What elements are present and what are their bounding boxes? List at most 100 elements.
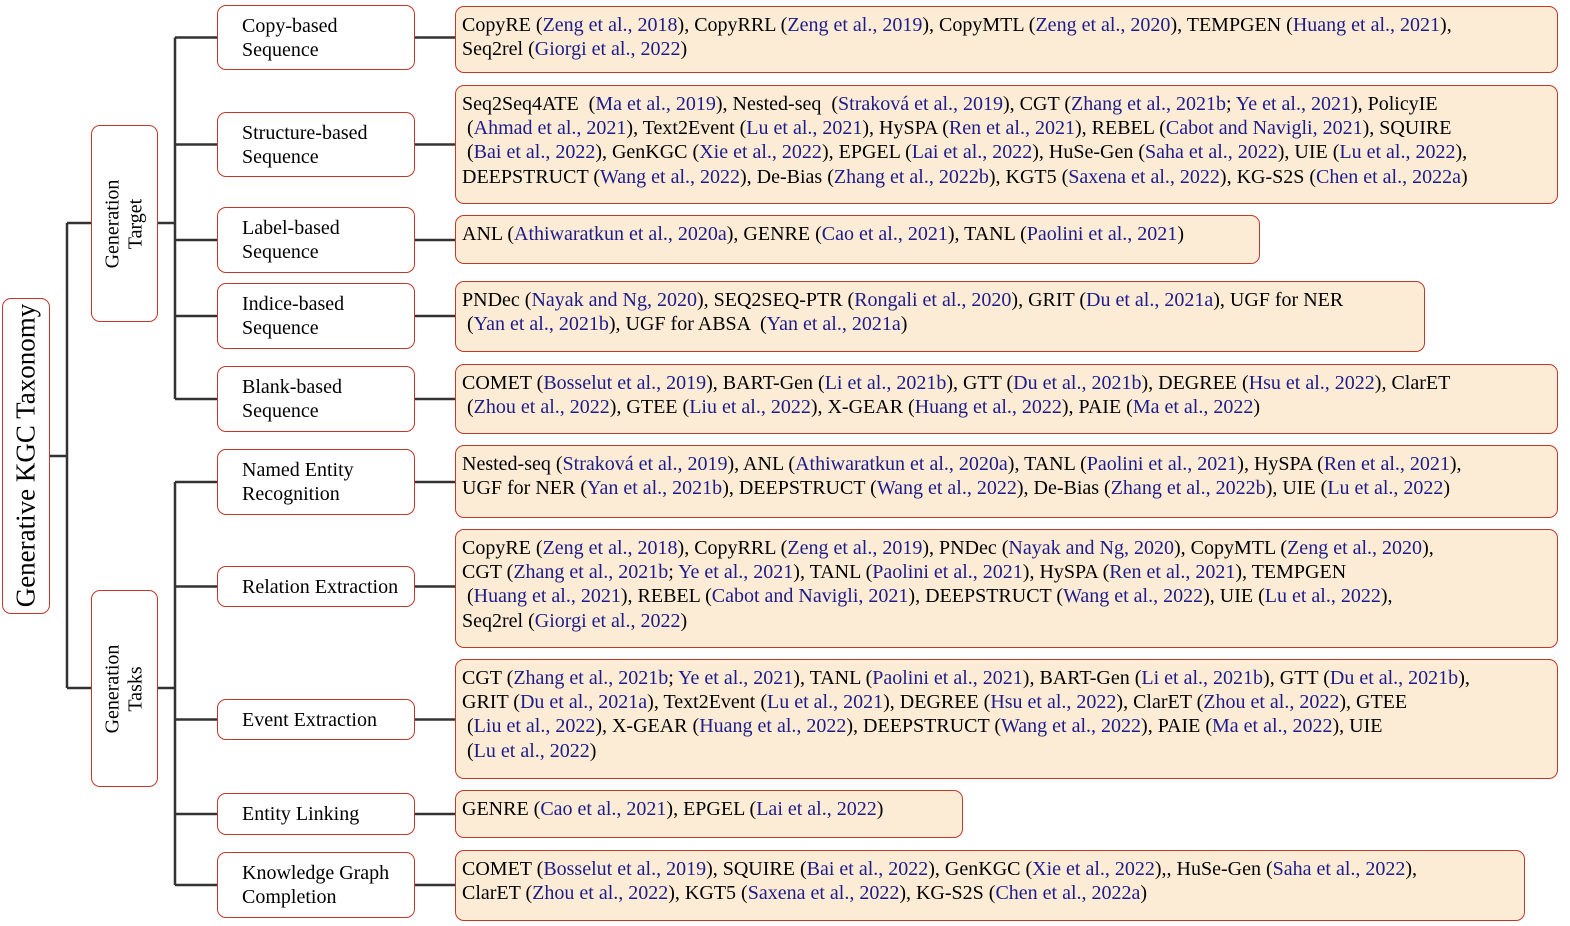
citation-link[interactable]: Ma et al., 2022 — [1133, 396, 1254, 418]
citation-link[interactable]: Bosselut et al., 2019 — [543, 858, 706, 880]
citation-link[interactable]: Ren et al., 2021 — [1324, 453, 1450, 475]
citation-link[interactable]: Huang et al., 2022 — [915, 396, 1062, 418]
citation-link[interactable]: Zhang et al., 2021b — [1071, 93, 1226, 115]
citation-link[interactable]: Nayak and Ng, 2020 — [531, 289, 697, 311]
method-list-line: (Liu et al., 2022), X-GEAR (Huang et al.… — [462, 714, 1551, 738]
citation-link[interactable]: Zhang et al., 2022b — [1111, 477, 1266, 499]
citation-link[interactable]: Paolini et al., 2021 — [872, 667, 1023, 689]
citation-link[interactable]: Ma et al., 2019 — [595, 93, 716, 115]
citation-link[interactable]: Wang et al., 2022 — [877, 477, 1017, 499]
citation-link[interactable]: Zhou et al., 2022 — [1203, 691, 1339, 713]
citation-link[interactable]: Liu et al., 2022 — [474, 715, 596, 737]
category-node: Named Entity Recognition — [217, 449, 415, 515]
method-text: ), TEMPGEN — [1235, 561, 1347, 584]
citation-link[interactable]: Lu et al., 2022 — [1265, 585, 1381, 607]
citation-link[interactable]: Ye et al., 2021 — [678, 667, 793, 689]
citation-link[interactable]: Cao et al., 2021 — [540, 798, 666, 820]
citation-link[interactable]: Nayak and Ng, 2020 — [1008, 537, 1174, 559]
citation-link[interactable]: Athiwaratkun et al., 2020a — [795, 453, 1008, 475]
citation-link[interactable]: Wang et al., 2022 — [600, 166, 740, 188]
citation-link[interactable]: Bai et al., 2022 — [807, 858, 929, 880]
citation-link[interactable]: Saxena et al., 2022 — [1068, 166, 1220, 188]
citation-link[interactable]: Ye et al., 2021 — [678, 561, 793, 583]
citation-link[interactable]: Li et al., 2021b — [1141, 667, 1263, 689]
citation-link[interactable]: Zeng et al., 2019 — [787, 537, 922, 559]
citation-link[interactable]: Zeng et al., 2018 — [543, 537, 678, 559]
citation-link[interactable]: Bai et al., 2022 — [474, 141, 596, 163]
method-text: ), DEGREE ( — [883, 691, 991, 714]
citation-link[interactable]: Ren et al., 2021 — [1109, 561, 1235, 583]
citation-link[interactable]: Paolini et al., 2021 — [872, 561, 1023, 583]
citation-link[interactable]: Saxena et al., 2022 — [748, 882, 900, 904]
citation-link[interactable]: Straková et al., 2019 — [838, 93, 1003, 115]
citation-link[interactable]: Wang et al., 2022 — [1063, 585, 1203, 607]
citation-link[interactable]: Lu et al., 2022 — [474, 740, 590, 762]
citation-link[interactable]: Zhou et al., 2022 — [532, 882, 668, 904]
citation-link[interactable]: Zhang et al., 2022b — [834, 166, 989, 188]
citation-link[interactable]: Du et al., 2021a — [1086, 289, 1213, 311]
citation-link[interactable]: Ma et al., 2022 — [1212, 715, 1333, 737]
citation-link[interactable]: Du et al., 2021a — [520, 691, 647, 713]
citation-link[interactable]: Lu et al., 2022 — [1327, 477, 1443, 499]
citation-link[interactable]: Ye et al., 2021 — [1236, 93, 1351, 115]
citation-link[interactable]: Li et al., 2021b — [825, 372, 947, 394]
citation-link[interactable]: Yan et al., 2021b — [474, 313, 609, 335]
citation-link[interactable]: Ren et al., 2021 — [949, 117, 1075, 139]
citation-link[interactable]: Du et al., 2021b — [1013, 372, 1141, 394]
citation-link[interactable]: Saha et al., 2022 — [1145, 141, 1278, 163]
category-node: Knowledge Graph Completion — [217, 852, 415, 918]
citation-link[interactable]: Giorgi et al., 2022 — [535, 610, 681, 632]
citation-link[interactable]: Paolini et al., 2021 — [1027, 223, 1178, 245]
method-text: ( — [462, 396, 474, 419]
method-text: ), — [1405, 858, 1418, 880]
citation-link[interactable]: Hsu et al., 2022 — [990, 691, 1116, 713]
category-label: Event Extraction — [242, 708, 377, 732]
method-list-box: Nested-seq (Straková et al., 2019), ANL … — [455, 445, 1558, 518]
citation-link[interactable]: Zhou et al., 2022 — [474, 396, 610, 418]
citation-link[interactable]: Du et al., 2021b — [1330, 667, 1458, 689]
method-text: ), KGT5 ( — [988, 165, 1069, 188]
citation-link[interactable]: Bosselut et al., 2019 — [543, 372, 706, 394]
citation-link[interactable]: Giorgi et al., 2022 — [535, 38, 681, 60]
citation-link[interactable]: Lu et al., 2021 — [767, 691, 883, 713]
citation-link[interactable]: Yan et al., 2021b — [587, 477, 722, 499]
category-label: Indice-based Sequence — [242, 292, 344, 340]
method-text: ), UIE ( — [1277, 141, 1340, 164]
citation-link[interactable]: Liu et al., 2022 — [689, 396, 811, 418]
citation-link[interactable]: Cabot and Navigli, 2021 — [1166, 117, 1363, 139]
citation-link[interactable]: Lu et al., 2022 — [1339, 141, 1455, 163]
citation-link[interactable]: Lai et al., 2022 — [912, 141, 1033, 163]
citation-link[interactable]: Paolini et al., 2021 — [1087, 453, 1238, 475]
citation-link[interactable]: Chen et al., 2022a — [995, 882, 1140, 904]
citation-link[interactable]: Huang et al., 2022 — [699, 715, 846, 737]
citation-link[interactable]: Huang et al., 2021 — [1293, 14, 1440, 36]
citation-link[interactable]: Zeng et al., 2020 — [1287, 537, 1422, 559]
citation-link[interactable]: Zhang et al., 2021b — [513, 561, 668, 583]
citation-link[interactable]: Zeng et al., 2020 — [1035, 14, 1170, 36]
citation-link[interactable]: Zeng et al., 2019 — [787, 14, 922, 36]
method-text: ( — [462, 585, 474, 608]
method-text: ; — [1225, 93, 1236, 115]
citation-link[interactable]: Rongali et al., 2020 — [854, 289, 1011, 311]
citation-link[interactable]: Zeng et al., 2018 — [543, 14, 678, 36]
citation-link[interactable]: Lu et al., 2021 — [746, 117, 862, 139]
method-text: ) — [680, 38, 688, 61]
citation-link[interactable]: Straková et al., 2019 — [563, 453, 728, 475]
citation-link[interactable]: Hsu et al., 2022 — [1249, 372, 1375, 394]
citation-link[interactable]: Xie et al., 2022 — [699, 141, 822, 163]
category-node: Entity Linking — [217, 793, 415, 835]
citation-link[interactable]: Xie et al., 2022 — [1032, 858, 1155, 880]
citation-link[interactable]: Wang et al., 2022 — [1001, 715, 1141, 737]
citation-link[interactable]: Lai et al., 2022 — [756, 798, 877, 820]
citation-link[interactable]: Athiwaratkun et al., 2020a — [514, 223, 727, 245]
citation-link[interactable]: Yan et al., 2021a — [767, 313, 901, 335]
citation-link[interactable]: Zhang et al., 2021b — [513, 667, 668, 689]
category-label-line: Entity Linking — [242, 803, 360, 825]
citation-link[interactable]: Saha et al., 2022 — [1273, 858, 1406, 880]
citation-link[interactable]: Chen et al., 2022a — [1316, 166, 1461, 188]
citation-link[interactable]: Ahmad et al., 2021 — [474, 117, 627, 139]
citation-link[interactable]: Cao et al., 2021 — [822, 223, 948, 245]
citation-link[interactable]: Cabot and Navigli, 2021 — [712, 585, 909, 607]
category-label-line: Knowledge Graph — [242, 862, 390, 884]
citation-link[interactable]: Huang et al., 2021 — [474, 585, 621, 607]
